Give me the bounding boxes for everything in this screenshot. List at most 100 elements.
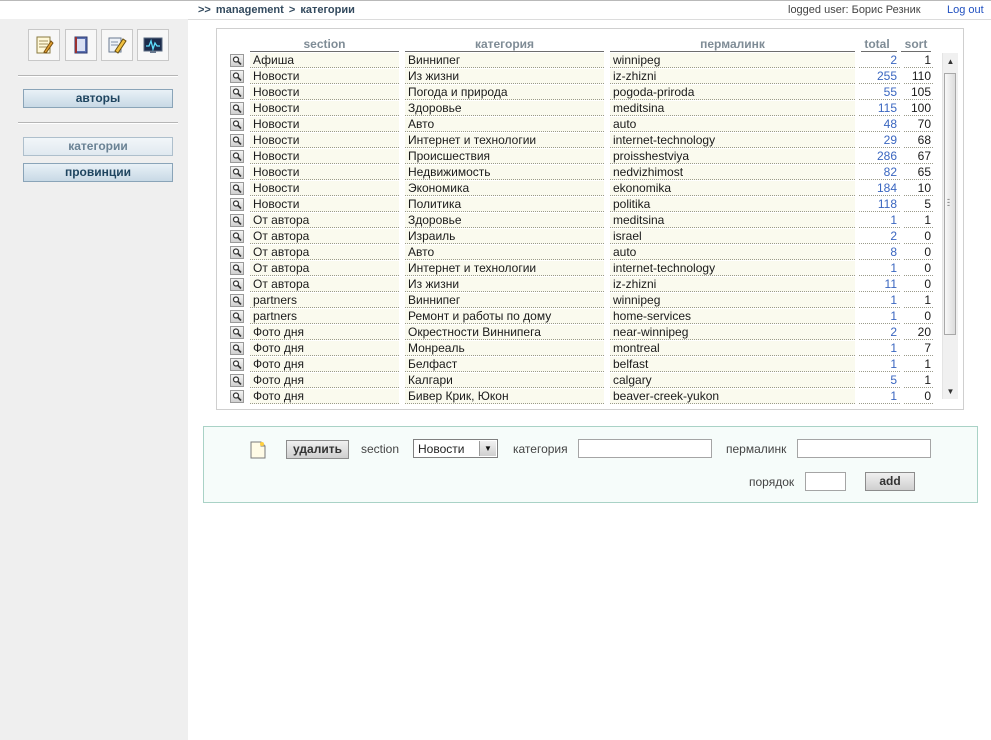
- cell-total-link[interactable]: 2: [859, 229, 900, 244]
- magnifier-edit-icon: [232, 376, 242, 385]
- edit-button[interactable]: [101, 29, 133, 61]
- order-input[interactable]: [805, 472, 846, 491]
- magnifier-edit-icon: [232, 232, 242, 241]
- sidebar-divider: [18, 75, 178, 77]
- edit-row-button[interactable]: [230, 326, 244, 339]
- delete-button[interactable]: удалить: [286, 440, 349, 459]
- cell-total-link[interactable]: 1: [859, 213, 900, 228]
- cell-total-link[interactable]: 1: [859, 357, 900, 372]
- cell-total-link[interactable]: 1: [859, 293, 900, 308]
- category-input[interactable]: [578, 439, 712, 458]
- cell-sort: 68: [904, 133, 933, 148]
- top-bar: >> management > категории logged user: Б…: [0, 0, 991, 20]
- cell-permalink: politika: [610, 197, 855, 212]
- cell-total-link[interactable]: 286: [859, 149, 900, 164]
- edit-row-button[interactable]: [230, 310, 244, 323]
- scroll-down-arrow-icon[interactable]: ▼: [943, 385, 958, 399]
- edit-row-button[interactable]: [230, 246, 244, 259]
- edit-row-button[interactable]: [230, 102, 244, 115]
- cell-sort: 70: [904, 117, 933, 132]
- cell-section: Новости: [250, 101, 399, 116]
- breadcrumb-root[interactable]: management: [216, 4, 284, 16]
- notepad-button[interactable]: [28, 29, 60, 61]
- magnifier-edit-icon: [232, 280, 242, 289]
- cell-total-link[interactable]: 118: [859, 197, 900, 212]
- column-header-sort[interactable]: sort: [901, 37, 931, 51]
- table-scrollbar[interactable]: ▲ --- ▼: [942, 53, 958, 399]
- cell-sort: 0: [904, 245, 933, 260]
- cell-total-link[interactable]: 1: [859, 309, 900, 324]
- cell-total-link[interactable]: 1: [859, 261, 900, 276]
- edit-row-button[interactable]: [230, 214, 244, 227]
- cell-permalink: calgary: [610, 373, 855, 388]
- nav-provinces-button[interactable]: провинции: [23, 163, 173, 182]
- new-document-icon[interactable]: [250, 441, 266, 459]
- column-header-section[interactable]: section: [250, 37, 399, 51]
- table-row: Новости Экономика ekonomika 184 10: [217, 181, 965, 197]
- cell-sort: 1: [904, 357, 933, 372]
- cell-sort: 0: [904, 261, 933, 276]
- cell-total-link[interactable]: 1: [859, 341, 900, 356]
- permalink-label: пермалинк: [726, 442, 787, 456]
- edit-row-button[interactable]: [230, 342, 244, 355]
- scrollbar-thumb[interactable]: ---: [944, 73, 956, 335]
- edit-row-button[interactable]: [230, 70, 244, 83]
- column-header-total[interactable]: total: [859, 37, 895, 51]
- edit-row-button[interactable]: [230, 198, 244, 211]
- cell-total-link[interactable]: 29: [859, 133, 900, 148]
- cell-sort: 5: [904, 197, 933, 212]
- sidebar: авторы категории провинции: [0, 19, 188, 740]
- cell-total-link[interactable]: 2: [859, 325, 900, 340]
- edit-row-button[interactable]: [230, 86, 244, 99]
- cell-total-link[interactable]: 2: [859, 53, 900, 68]
- cell-permalink: beaver-creek-yukon: [610, 389, 855, 404]
- cell-total-link[interactable]: 184: [859, 181, 900, 196]
- cell-total-link[interactable]: 11: [859, 277, 900, 292]
- cell-total-link[interactable]: 82: [859, 165, 900, 180]
- edit-row-button[interactable]: [230, 390, 244, 403]
- nav-authors-button[interactable]: авторы: [23, 89, 173, 108]
- table-row: Новости Политика politika 118 5: [217, 197, 965, 213]
- nav-categories-button[interactable]: категории: [23, 137, 173, 156]
- scroll-up-arrow-icon[interactable]: ▲: [943, 55, 958, 69]
- grip-icon: ---: [947, 194, 950, 210]
- cell-total-link[interactable]: 55: [859, 85, 900, 100]
- monitor-button[interactable]: [137, 29, 169, 61]
- table-row: От автора Из жизни iz-zhizni 11 0: [217, 277, 965, 293]
- edit-row-button[interactable]: [230, 150, 244, 163]
- cell-total-link[interactable]: 1: [859, 389, 900, 404]
- breadcrumb-prefix: >>: [198, 4, 211, 16]
- edit-row-button[interactable]: [230, 54, 244, 67]
- table-row: Фото дня Бивер Крик, Юкон beaver-creek-yuk…: [217, 389, 965, 405]
- edit-row-button[interactable]: [230, 278, 244, 291]
- table-row: Новости Из жизни iz-zhizni 255 110: [217, 69, 965, 85]
- add-button[interactable]: add: [865, 472, 915, 491]
- edit-row-button[interactable]: [230, 374, 244, 387]
- edit-row-button[interactable]: [230, 182, 244, 195]
- cell-total-link[interactable]: 5: [859, 373, 900, 388]
- header-underline: [861, 51, 897, 52]
- book-button[interactable]: [65, 29, 97, 61]
- logout-link[interactable]: Log out: [947, 4, 984, 16]
- edit-row-button[interactable]: [230, 118, 244, 131]
- cell-total-link[interactable]: 48: [859, 117, 900, 132]
- edit-row-button[interactable]: [230, 358, 244, 371]
- edit-row-button[interactable]: [230, 230, 244, 243]
- cell-total-link[interactable]: 255: [859, 69, 900, 84]
- edit-row-button[interactable]: [230, 166, 244, 179]
- edit-row-button[interactable]: [230, 134, 244, 147]
- cell-permalink: home-services: [610, 309, 855, 324]
- section-select[interactable]: Новости ▼: [413, 439, 498, 458]
- cell-permalink: meditsina: [610, 101, 855, 116]
- table-row: Новости Погода и природа pogoda-priroda 55 1…: [217, 85, 965, 101]
- column-header-category[interactable]: категория: [405, 37, 604, 51]
- column-header-permalink[interactable]: пермалинк: [610, 37, 855, 51]
- cell-total-link[interactable]: 115: [859, 101, 900, 116]
- permalink-input[interactable]: [797, 439, 931, 458]
- cell-total-link[interactable]: 8: [859, 245, 900, 260]
- edit-row-button[interactable]: [230, 294, 244, 307]
- table-row: Новости Здоровье meditsina 115 100: [217, 101, 965, 117]
- cell-category: Монреаль: [405, 341, 604, 356]
- magnifier-edit-icon: [232, 360, 242, 369]
- edit-row-button[interactable]: [230, 262, 244, 275]
